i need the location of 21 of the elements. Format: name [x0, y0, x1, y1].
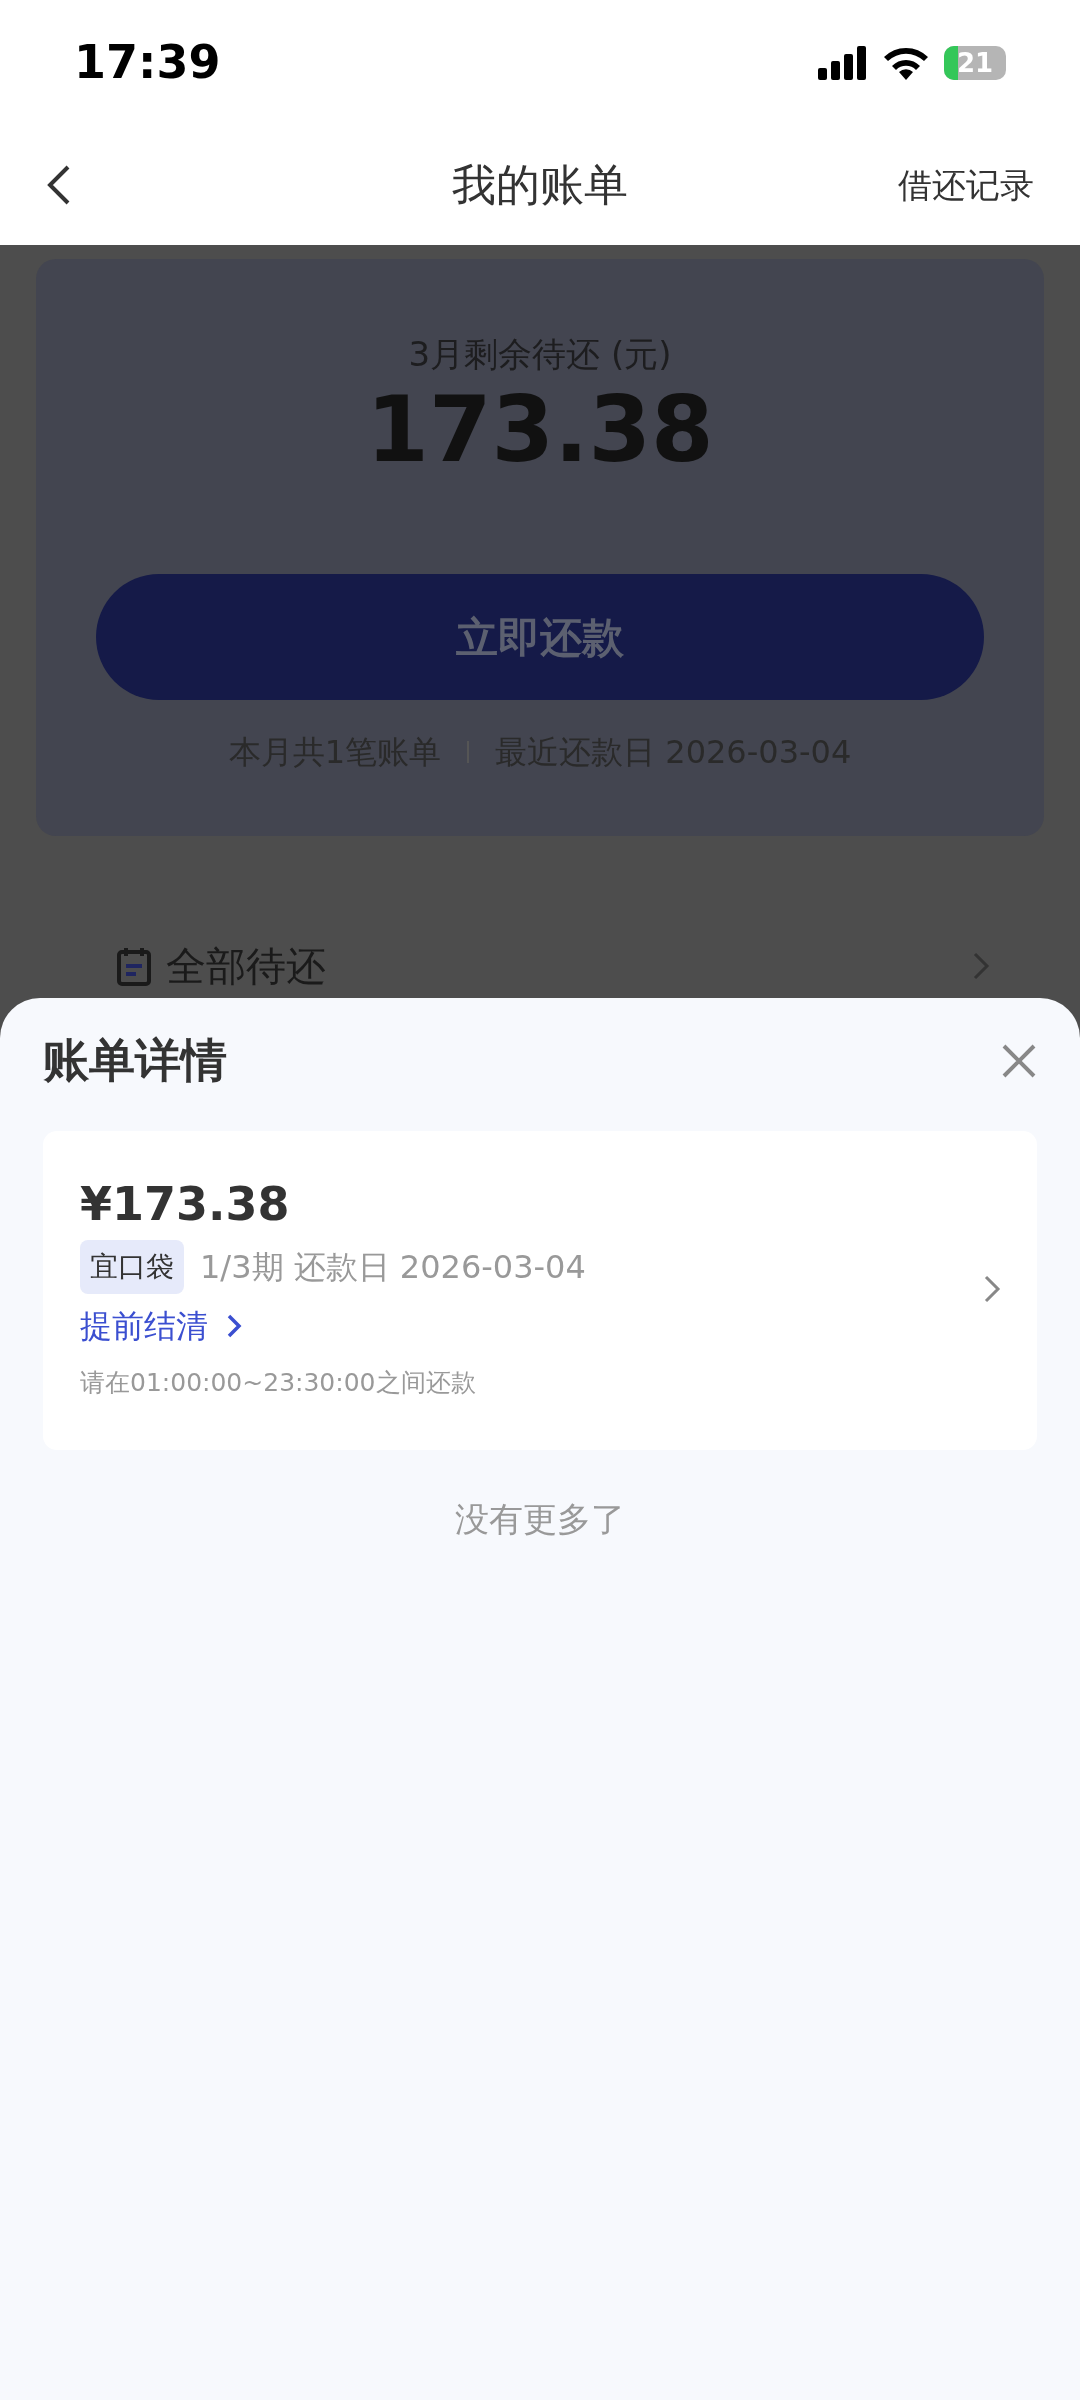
payment-time-note: 请在01:00:00~23:30:00之间还款 — [80, 1367, 477, 1400]
clipboard-icon — [116, 946, 152, 986]
bill-card[interactable]: ¥173.38 宜口袋 1/3期 还款日 2026-03-04 提前结清 请在01:00:00~23:30:00之间还款 — [43, 1131, 1037, 1450]
signal-icon — [818, 45, 868, 80]
history-link[interactable]: 借还记录 — [898, 159, 1034, 211]
page-title: 我的账单 — [452, 158, 628, 212]
amount-value: 173.38 — [365, 380, 715, 479]
chevron-right-icon — [972, 951, 990, 981]
bill-amount: ¥173.38 — [80, 1177, 291, 1233]
early-payoff-link[interactable]: 提前结清 — [80, 1302, 242, 1351]
bill-period: 1/3期 还款日 2026-03-04 — [200, 1247, 586, 1289]
close-button[interactable] — [1001, 1042, 1037, 1079]
status-time: 17:39 — [74, 34, 221, 91]
chevron-right-icon — [983, 1274, 1001, 1305]
battery-icon: 21 — [944, 45, 1006, 80]
back-button[interactable] — [46, 163, 72, 207]
product-tag: 宜口袋 — [80, 1240, 184, 1295]
chevron-right-icon — [226, 1313, 242, 1340]
wifi-icon — [884, 45, 928, 80]
sheet-title: 账单详情 — [43, 1032, 227, 1089]
end-of-list-text: 没有更多了 — [454, 1497, 626, 1541]
